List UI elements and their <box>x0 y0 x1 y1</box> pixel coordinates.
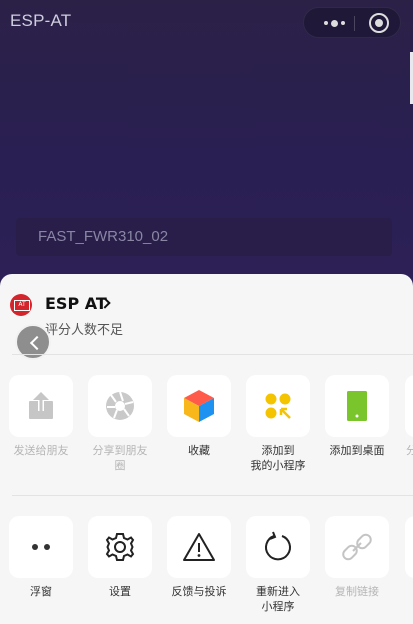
float-window-button[interactable]: 浮窗 <box>4 516 78 599</box>
copy-link-button[interactable]: 复制链接 <box>320 516 394 599</box>
favorite-label: 收藏 <box>188 444 210 457</box>
add-miniprogram-icon <box>265 393 291 419</box>
partial-action-label: 分 <box>406 444 413 457</box>
reenter-miniprogram-label: 重新进入 小程序 <box>256 585 300 613</box>
float-window-label: 浮窗 <box>30 585 52 598</box>
top-bar: ESP-AT <box>0 0 413 44</box>
app-logo <box>10 294 32 316</box>
share-to-friend-label: 发送给朋友 <box>13 444 69 457</box>
favorite-button[interactable]: 收藏 <box>162 375 236 458</box>
share-to-friend-button[interactable]: 发送给朋友 <box>4 375 78 458</box>
warning-icon <box>183 533 215 561</box>
moments-icon <box>106 391 134 420</box>
capsule-divider <box>354 16 355 31</box>
favorite-cube-icon <box>184 390 214 422</box>
reload-icon <box>265 531 291 561</box>
feedback-label: 反馈与投诉 <box>171 585 227 598</box>
reenter-miniprogram-button[interactable]: 重新进入 小程序 <box>241 516 315 614</box>
share-icon <box>29 392 53 419</box>
add-to-my-miniprogram-button[interactable]: 添加到 我的小程序 <box>241 375 315 473</box>
copy-link-label: 复制链接 <box>335 585 379 598</box>
gear-icon <box>105 533 135 561</box>
link-icon <box>342 533 372 561</box>
wifi-ssid-text: FAST_FWR310_02 <box>38 228 169 245</box>
app-title: ESP-AT <box>10 11 72 30</box>
sheet-header[interactable]: ESP AT 评分人数不足 <box>0 274 413 354</box>
partial-action-button[interactable]: 分 <box>400 375 413 458</box>
partial-tile <box>400 516 413 578</box>
capsule-menu <box>303 7 401 38</box>
settings-button[interactable]: 设置 <box>83 516 157 599</box>
phone-desktop-icon <box>347 391 367 421</box>
divider <box>12 354 413 355</box>
settings-label: 设置 <box>109 585 131 598</box>
add-to-desktop-button[interactable]: 添加到桌面 <box>320 375 394 458</box>
feedback-button[interactable]: 反馈与投诉 <box>162 516 236 599</box>
divider <box>12 495 413 496</box>
rating-text: 评分人数不足 <box>45 323 124 338</box>
share-to-moments-button[interactable]: 分享到朋友 圈 <box>83 375 157 473</box>
float-window-icon <box>32 544 50 550</box>
app-name: ESP AT <box>45 294 107 313</box>
close-miniprogram-icon[interactable] <box>369 13 389 33</box>
share-to-moments-label: 分享到朋友 圈 <box>92 444 148 472</box>
more-options-icon[interactable] <box>318 14 350 32</box>
wifi-ssid-field[interactable]: FAST_FWR310_02 <box>16 218 392 256</box>
action-sheet: ESP AT 评分人数不足 发送给朋友 <box>0 274 413 624</box>
add-to-my-miniprogram-label: 添加到 我的小程序 <box>250 444 306 472</box>
add-to-desktop-label: 添加到桌面 <box>329 444 385 457</box>
